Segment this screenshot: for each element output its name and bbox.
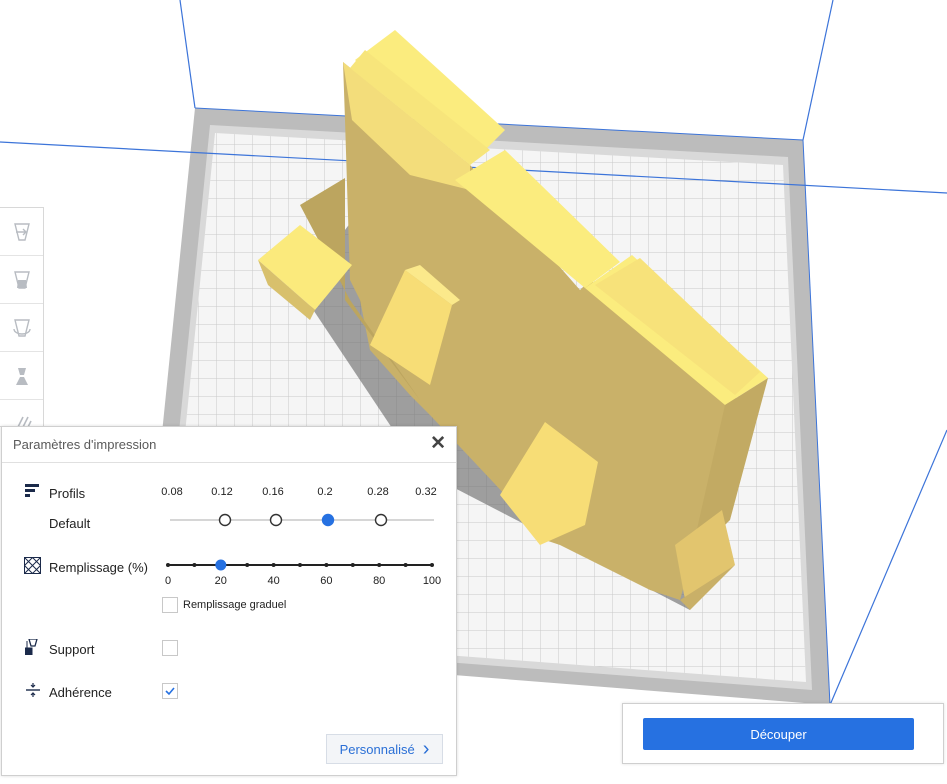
mirror-icon [11, 365, 33, 387]
infill-tick [377, 563, 382, 567]
infill-label: Remplissage (%) [49, 560, 148, 575]
move-icon [11, 221, 33, 243]
infill-tick [430, 563, 434, 567]
layer-height-value: 0.12 [211, 486, 233, 498]
infill-tick [298, 563, 302, 567]
layer-height-option[interactable] [269, 513, 283, 527]
support-icon [24, 638, 40, 660]
infill-icon [23, 556, 42, 579]
infill-tick [324, 563, 329, 567]
rotate-icon [11, 317, 33, 339]
custom-settings-label: Personnalisé [339, 741, 415, 757]
support-label: Support [49, 642, 95, 657]
panel-header: Paramètres d'impression ✕ [2, 427, 456, 463]
layer-height-option[interactable] [374, 513, 388, 527]
infill-tick-label: 40 [267, 575, 280, 587]
layer-height-slider[interactable] [162, 510, 442, 530]
infill-tick-label: 20 [214, 575, 227, 587]
infill-tick-label: 80 [373, 575, 386, 587]
gradual-infill-label: Remplissage graduel [183, 599, 287, 611]
panel-title: Paramètres d'impression [13, 437, 157, 452]
chevron-right-icon: › [422, 738, 430, 760]
close-icon[interactable]: ✕ [430, 434, 446, 454]
mirror-tool[interactable] [0, 352, 43, 400]
custom-settings-button[interactable]: Personnalisé › [326, 734, 443, 764]
adhesion-label: Adhérence [49, 685, 112, 700]
move-tool[interactable] [0, 208, 43, 256]
scale-icon [11, 269, 33, 291]
profiles-label: Profils [49, 486, 86, 501]
infill-tick [245, 563, 250, 567]
scale-tool[interactable] [0, 256, 43, 304]
slice-button[interactable]: Découper [643, 718, 914, 750]
slice-panel: Découper [622, 703, 944, 764]
tool-strip [0, 207, 44, 434]
infill-tick [192, 563, 197, 567]
infill-tick-label: 100 [422, 575, 442, 587]
layer-height-value: 0.28 [367, 486, 389, 498]
profiles-icon [25, 484, 39, 503]
print-settings-panel: Paramètres d'impression ✕ Profils Defaul… [1, 426, 457, 776]
layer-height-value: 0.2 [317, 486, 333, 498]
layer-height-value: 0.16 [262, 486, 284, 498]
infill-handle[interactable] [215, 559, 227, 571]
layer-height-value: 0.08 [161, 486, 183, 498]
infill-tick-label: 60 [320, 575, 333, 587]
support-checkbox[interactable] [162, 640, 178, 656]
gradual-infill-checkbox[interactable] [162, 597, 178, 613]
check-icon [165, 687, 175, 696]
profile-name: Default [49, 516, 91, 531]
rotate-tool[interactable] [0, 304, 43, 352]
infill-tick-label: 0 [164, 575, 172, 587]
adhesion-checkbox[interactable] [162, 683, 178, 699]
infill-slider[interactable] [162, 557, 442, 573]
layer-height-option[interactable] [218, 513, 232, 527]
adhesion-icon [26, 683, 40, 702]
layer-height-selected-handle[interactable] [321, 513, 335, 527]
layer-height-value: 0.32 [415, 486, 437, 498]
infill-tick [403, 563, 408, 567]
infill-tick [350, 563, 355, 567]
infill-tick [271, 563, 276, 567]
infill-tick [166, 563, 170, 567]
